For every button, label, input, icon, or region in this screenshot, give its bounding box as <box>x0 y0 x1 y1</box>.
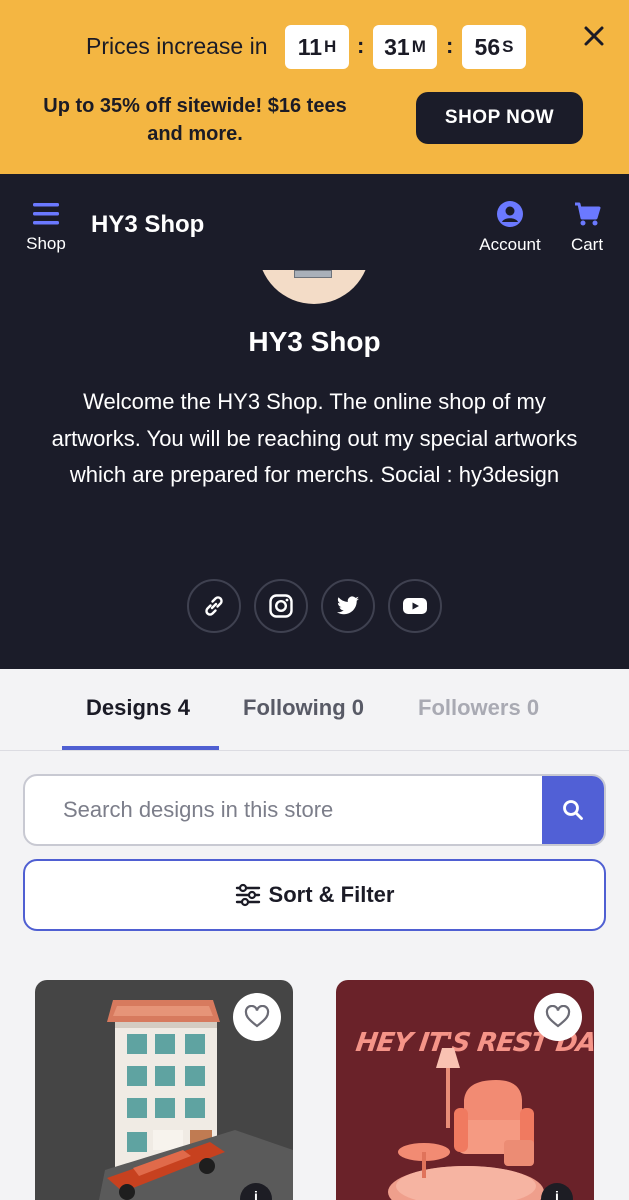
shop-now-button[interactable]: SHOP NOW <box>416 92 583 144</box>
youtube-icon[interactable] <box>388 579 442 633</box>
promo-offer-text: Up to 35% off sitewide! $16 tees and mor… <box>43 95 347 145</box>
store-brand[interactable]: HY3 Shop <box>91 211 204 239</box>
store-header: Shop HY3 Shop Account Cart HY3 Shop Welc… <box>0 174 629 669</box>
heart-icon <box>545 1005 571 1028</box>
design-search <box>23 774 606 846</box>
active-tab-indicator <box>62 746 219 750</box>
account-button[interactable]: Account <box>472 200 548 255</box>
account-icon <box>497 201 523 227</box>
timer-separator: : <box>446 33 454 58</box>
cart-icon <box>575 202 601 226</box>
store-tabs: Designs 4 Following 0 Followers 0 <box>0 669 629 751</box>
social-links <box>187 579 442 633</box>
hamburger-icon <box>33 203 59 225</box>
promo-banner: Prices increase in 11 H : 31 M : 56 S Up to… <box>0 0 629 174</box>
favorite-button[interactable] <box>534 993 582 1041</box>
account-label: Account <box>479 235 541 254</box>
twitter-icon[interactable] <box>321 579 375 633</box>
timer-hours: 11 H <box>285 25 349 69</box>
link-icon[interactable] <box>187 579 241 633</box>
product-card[interactable]: i <box>35 980 293 1200</box>
instagram-icon[interactable] <box>254 579 308 633</box>
sort-filter-button[interactable]: Sort & Filter <box>23 859 606 931</box>
heart-icon <box>244 1005 270 1028</box>
tab-followers[interactable]: Followers 0 <box>418 695 539 721</box>
store-title: HY3 Shop <box>248 326 381 357</box>
product-card[interactable]: HEY IT'S REST DAY i <box>336 980 594 1200</box>
timer-seconds: 56 S <box>462 25 526 69</box>
search-button[interactable] <box>542 776 604 844</box>
sliders-icon <box>235 883 260 907</box>
sort-filter-label: Sort & Filter <box>268 882 395 907</box>
cart-label: Cart <box>570 235 604 254</box>
tab-following[interactable]: Following 0 <box>243 695 364 721</box>
tab-designs[interactable]: Designs 4 <box>86 695 190 721</box>
menu-button[interactable]: Shop <box>22 201 70 254</box>
store-description: Welcome the HY3 Shop. The online shop of… <box>51 389 578 487</box>
search-input[interactable] <box>25 776 543 844</box>
close-icon[interactable] <box>580 22 608 50</box>
prices-increase-label: Prices increase in <box>86 33 268 59</box>
search-icon <box>563 800 583 820</box>
favorite-button[interactable] <box>233 993 281 1041</box>
menu-label: Shop <box>26 234 66 253</box>
cart-button[interactable]: Cart <box>566 200 608 255</box>
timer-minutes: 31 M <box>373 25 437 69</box>
store-avatar <box>258 270 370 304</box>
timer-separator: : <box>357 33 365 58</box>
